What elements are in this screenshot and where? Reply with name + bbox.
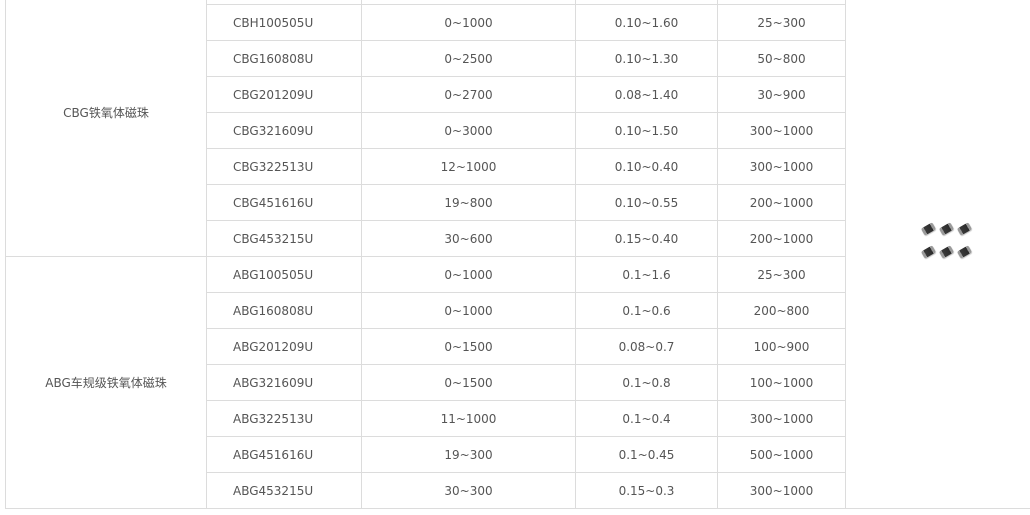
ferrite-bead-spec-table: CBG铁氧体磁珠 CBH100505U 0~1000 0.10~1.60 25~… [5,0,1030,509]
rated-current-cell: 300~1000 [717,400,846,437]
dcr-range-cell: 0.10~1.30 [575,40,718,77]
dcr-range-cell: 0.1~0.8 [575,364,718,401]
rated-current-cell: 25~300 [717,256,846,293]
product-table-container: CBG铁氧体磁珠 CBH100505U 0~1000 0.10~1.60 25~… [5,0,1030,509]
impedance-range-cell: 0~3000 [361,112,576,149]
impedance-range-cell: 0~1500 [361,364,576,401]
dcr-range-cell: 0.10~1.60 [575,4,718,41]
part-number-cell: ABG201209U [206,328,362,365]
group-name-cell: ABG车规级铁氧体磁珠 [5,256,207,509]
impedance-range-cell: 0~2700 [361,76,576,113]
rated-current-cell: 25~300 [717,4,846,41]
impedance-range-cell: 0~1000 [361,4,576,41]
rated-current-cell: 30~900 [717,76,846,113]
part-number-cell: ABG321609U [206,364,362,401]
rated-current-cell: 300~1000 [717,148,846,185]
impedance-range-cell: 12~1000 [361,148,576,185]
impedance-range-cell: 11~1000 [361,400,576,437]
rated-current-cell: 100~900 [717,328,846,365]
part-number-cell: ABG160808U [206,292,362,329]
rated-current-cell: 50~800 [717,40,846,77]
part-number-cell: ABG451616U [206,436,362,473]
dcr-range-cell: 0.1~0.4 [575,400,718,437]
rated-current-cell: 100~1000 [717,364,846,401]
part-number-cell: CBG321609U [206,112,362,149]
dcr-range-cell: 0.15~0.40 [575,220,718,257]
rated-current-cell: 200~800 [717,292,846,329]
dcr-range-cell: 0.10~0.40 [575,148,718,185]
product-image-cell [845,0,1030,509]
part-number-cell: CBG322513U [206,148,362,185]
impedance-range-cell: 0~1000 [361,292,576,329]
dcr-range-cell: 0.1~0.45 [575,436,718,473]
group-name-cell: CBG铁氧体磁珠 [5,0,207,257]
rated-current-cell: 200~1000 [717,184,846,221]
dcr-range-cell: 0.1~0.6 [575,292,718,329]
part-number-cell: CBG451616U [206,184,362,221]
part-number-cell: ABG453215U [206,472,362,509]
impedance-range-cell: 19~300 [361,436,576,473]
part-number-cell: CBH100505U [206,4,362,41]
impedance-range-cell: 0~2500 [361,40,576,77]
dcr-range-cell: 0.15~0.3 [575,472,718,509]
rated-current-cell: 200~1000 [717,220,846,257]
part-number-cell: CBG201209U [206,76,362,113]
dcr-range-cell: 0.10~1.50 [575,112,718,149]
rated-current-cell: 300~1000 [717,472,846,509]
impedance-range-cell: 0~1000 [361,256,576,293]
impedance-range-cell: 19~800 [361,184,576,221]
dcr-range-cell: 0.08~0.7 [575,328,718,365]
part-number-cell: ABG100505U [206,256,362,293]
rated-current-cell: 300~1000 [717,112,846,149]
dcr-range-cell: 0.1~1.6 [575,256,718,293]
impedance-range-cell: 30~300 [361,472,576,509]
dcr-range-cell: 0.08~1.40 [575,76,718,113]
ferrite-bead-chips-icon [920,219,976,259]
part-number-cell: ABG322513U [206,400,362,437]
dcr-range-cell: 0.10~0.55 [575,184,718,221]
impedance-range-cell: 30~600 [361,220,576,257]
part-number-cell: CBG160808U [206,40,362,77]
impedance-range-cell: 0~1500 [361,328,576,365]
part-number-cell: CBG453215U [206,220,362,257]
rated-current-cell: 500~1000 [717,436,846,473]
